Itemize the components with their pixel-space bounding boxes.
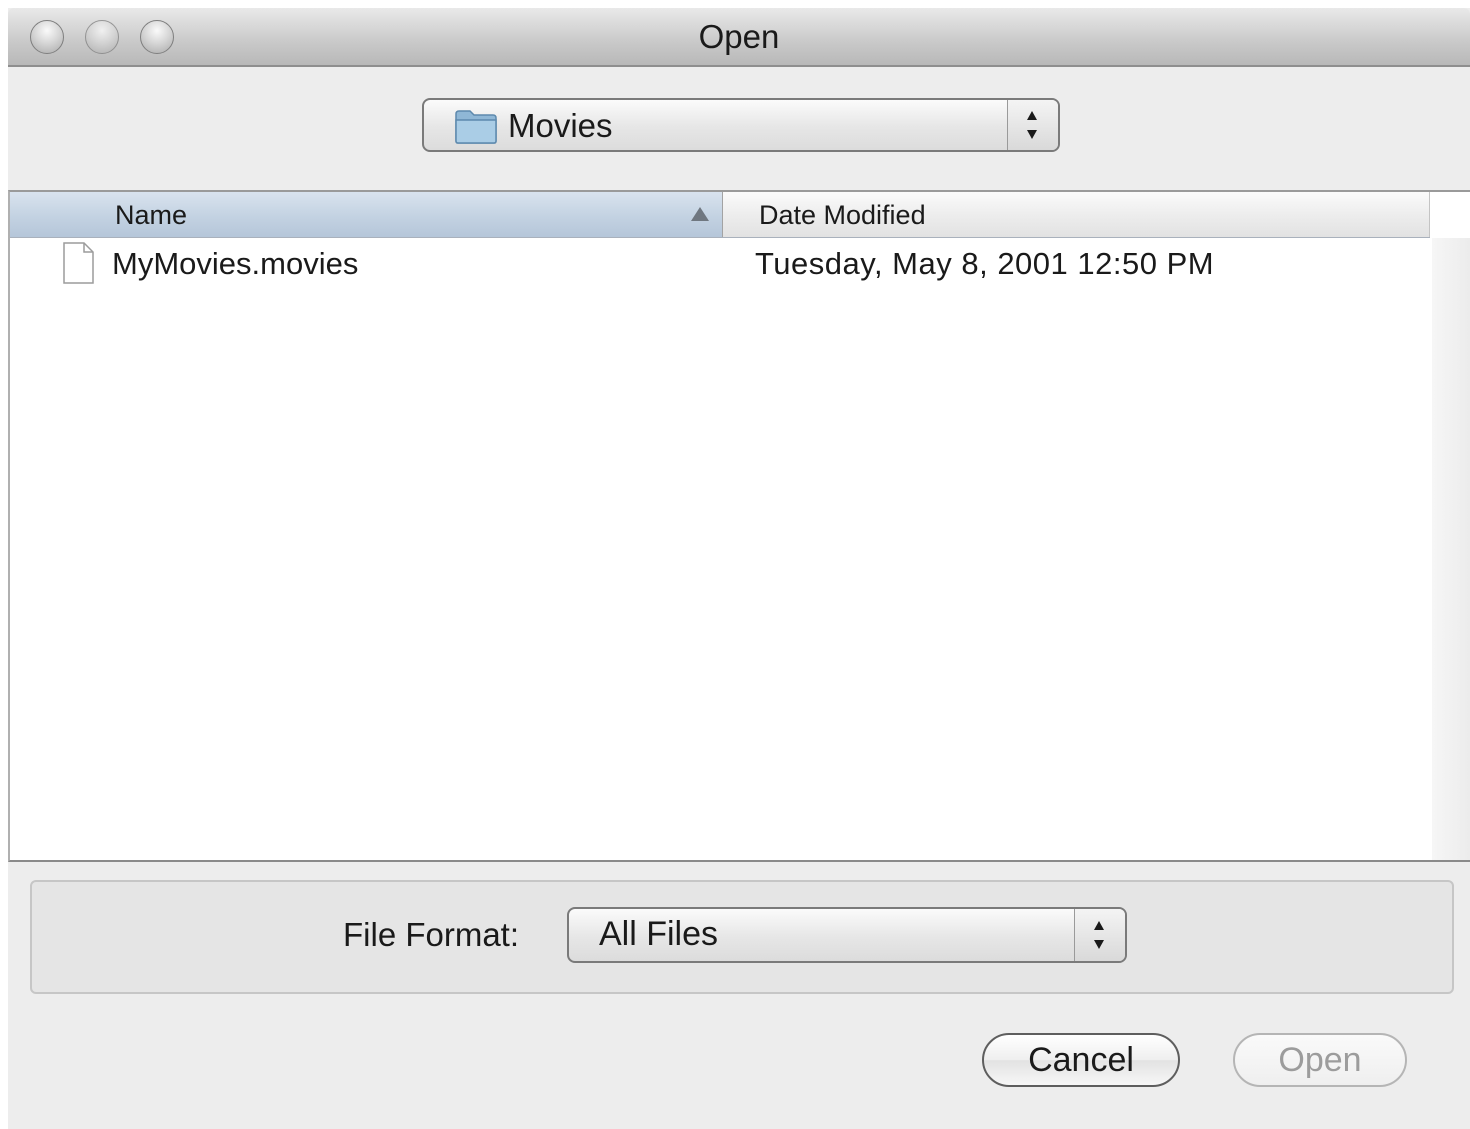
document-icon (63, 242, 94, 284)
open-dialog: Open Movies Name Date Modified MyMovies.… (8, 8, 1470, 1129)
title-bar[interactable]: Open (8, 8, 1470, 67)
up-down-arrows-icon (1094, 921, 1104, 949)
file-name: MyMovies.movies (112, 246, 359, 281)
file-format-popup[interactable]: All Files (567, 907, 1127, 963)
popup-stepper (1074, 909, 1125, 961)
file-browser[interactable]: Name Date Modified MyMovies.movies Tuesd… (8, 190, 1470, 862)
file-row[interactable]: MyMovies.movies Tuesday, May 8, 2001 12:… (10, 240, 1430, 290)
column-header-row: Name Date Modified (10, 192, 1430, 238)
popup-stepper (1007, 100, 1058, 150)
file-format-label: File Format: (343, 916, 520, 953)
up-down-arrows-icon (1027, 111, 1037, 139)
cancel-button[interactable]: Cancel (982, 1033, 1180, 1087)
name-column-label: Name (115, 200, 188, 230)
name-column-header[interactable]: Name (10, 192, 723, 237)
folder-icon (455, 110, 497, 144)
sort-ascending-icon (691, 207, 709, 221)
file-date-modified: Tuesday, May 8, 2001 12:50 PM (755, 246, 1215, 281)
open-button[interactable]: Open (1233, 1033, 1407, 1087)
scrollbar-track[interactable] (1432, 238, 1470, 860)
file-format-panel: File Format: All Files (30, 880, 1454, 994)
window-title: Open (698, 18, 780, 55)
location-label: Movies (508, 107, 613, 144)
location-popup[interactable]: Movies (422, 98, 1060, 152)
date-modified-column-header[interactable]: Date Modified (723, 192, 1430, 237)
file-format-value: All Files (599, 915, 719, 953)
date-modified-column-label: Date Modified (759, 200, 926, 230)
